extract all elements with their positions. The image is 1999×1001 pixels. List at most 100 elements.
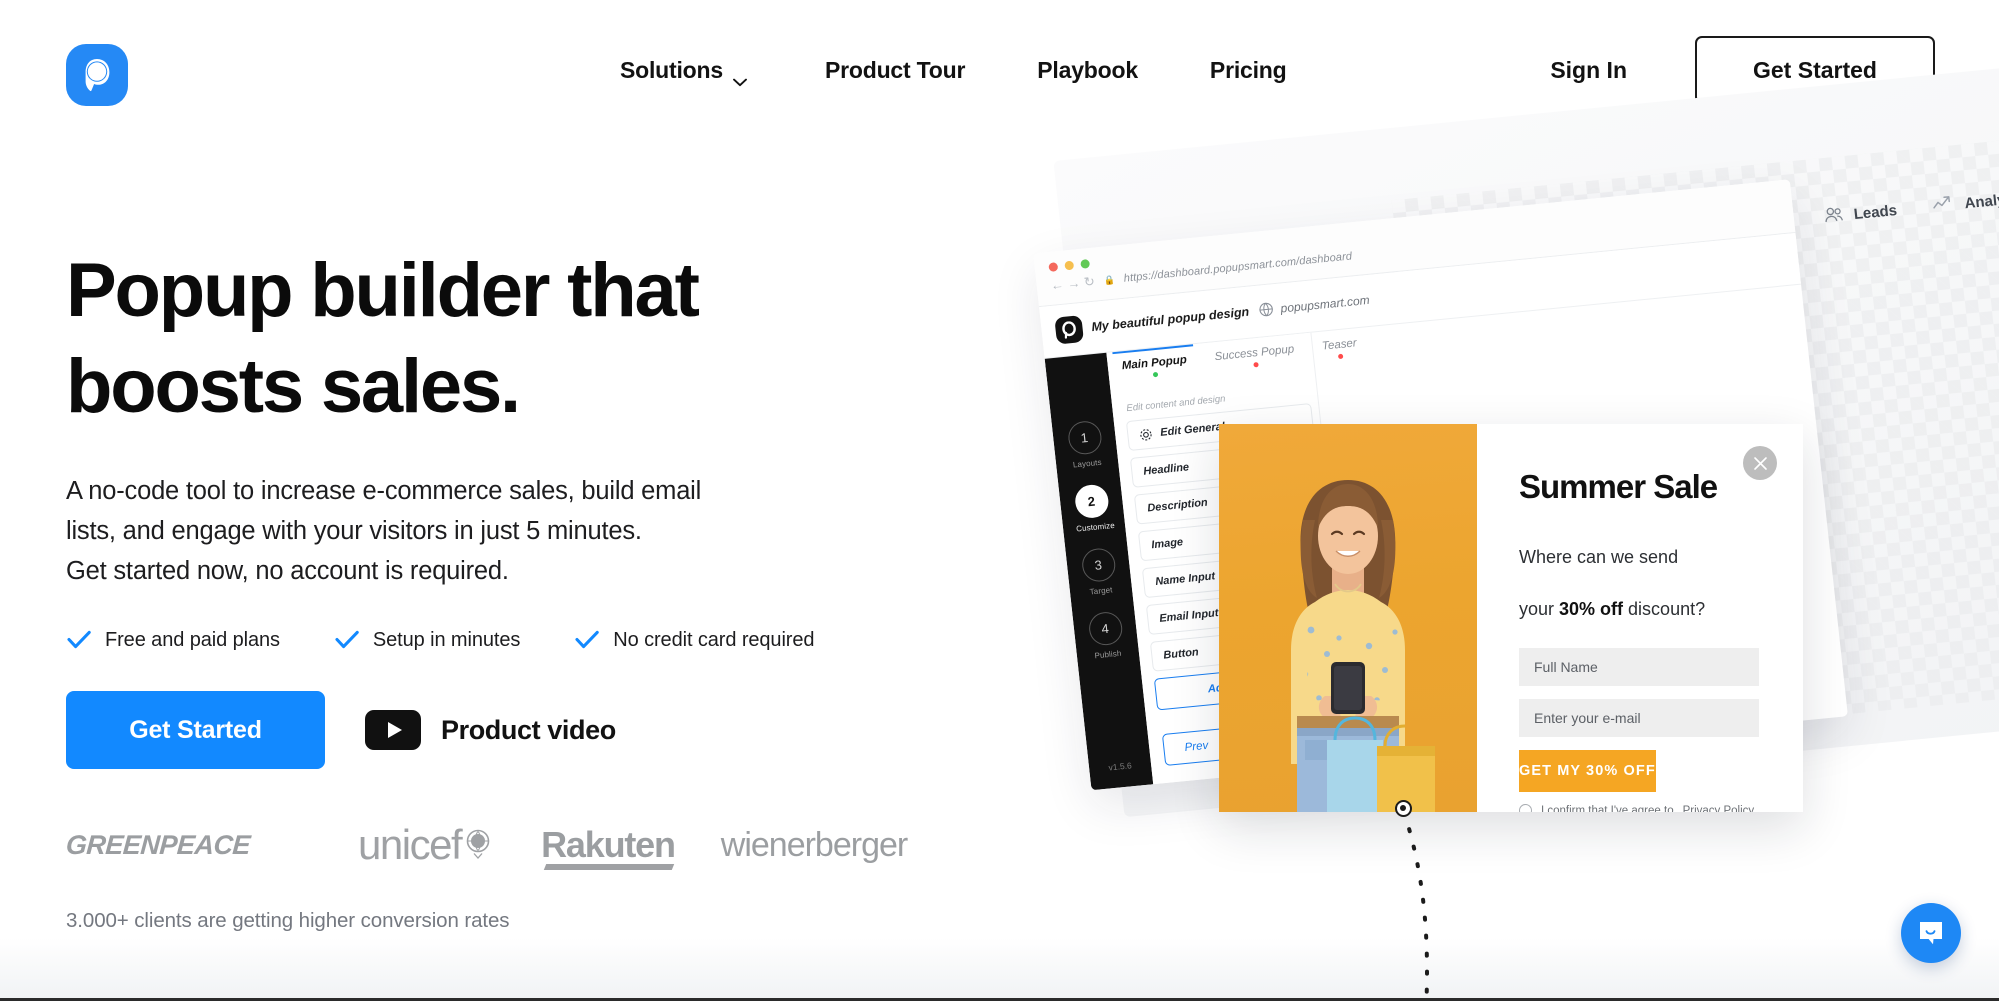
app-nav-analytics-label: Analytics (1963, 188, 1999, 212)
back-forward-reload-icons[interactable]: ← → ↻ (1050, 274, 1096, 294)
consent-text: I confirm that I've agree to (1541, 804, 1674, 813)
app-nav-leads[interactable]: Leads (1823, 200, 1898, 227)
email-input[interactable]: Enter your e-mail (1519, 699, 1759, 737)
primary-nav: Solutions Product Tour Playbook Pricing (620, 0, 1287, 140)
client-logo-unicef: unicef (358, 821, 493, 869)
nav-item-pricing[interactable]: Pricing (1210, 57, 1287, 84)
nav-item-playbook-label: Playbook (1037, 56, 1138, 83)
check-icon (574, 627, 600, 653)
panel-row-label: Edit General (1159, 420, 1226, 439)
connector-dashed-line (1402, 812, 1429, 1001)
lock-icon: 🔒 (1103, 274, 1116, 286)
wizard-step-label: Publish (1094, 648, 1122, 661)
popup-preview-body: Summer Sale Where can we send your 30% o… (1477, 424, 1803, 812)
panel-row-label: Button (1162, 646, 1200, 662)
client-logo-rakuten-label: Rakuten (541, 824, 676, 865)
consent-row: I confirm that I've agree to Privacy Pol… (1519, 804, 1759, 812)
wizard-step-layouts[interactable]: 1 Layouts (1065, 419, 1106, 470)
feature-item: No credit card required (574, 627, 815, 653)
hero-cta-row: Get Started Product video (66, 691, 966, 769)
full-name-placeholder: Full Name (1534, 659, 1598, 675)
wizard-step-target[interactable]: 3 Target (1079, 547, 1120, 597)
chevron-down-icon (733, 66, 747, 86)
popup-design-name[interactable]: My beautiful popup design (1091, 305, 1250, 334)
consent-radio[interactable] (1519, 804, 1532, 812)
clients-note: 3.000+ clients are getting higher conver… (66, 909, 510, 932)
close-icon[interactable] (1743, 446, 1777, 480)
panel-row-label: Email Input (1158, 607, 1220, 625)
rakuten-underline (543, 864, 674, 870)
chat-bubble-icon[interactable] (1901, 903, 1961, 963)
hero-subtitle: A no-code tool to increase e-commerce sa… (66, 477, 702, 585)
status-dot-icon (1252, 362, 1259, 368)
product-video-label: Product video (441, 714, 616, 745)
unicef-emblem-icon (463, 821, 493, 869)
minimize-dot-icon[interactable] (1064, 260, 1075, 271)
status-dot-icon (1337, 353, 1344, 360)
wizard-step-label: Customize (1075, 520, 1116, 534)
nav-item-solutions[interactable]: Solutions (620, 56, 747, 86)
feature-label: No credit card required (613, 628, 815, 651)
app-logo-icon (1054, 315, 1085, 345)
tab-main-popup-label: Main Popup (1121, 354, 1188, 373)
leads-icon (1823, 205, 1845, 227)
popup-description-pre: your (1519, 599, 1560, 619)
wizard-step-publish[interactable]: 4 Publish (1085, 610, 1126, 661)
panel-row-label: Description (1146, 496, 1209, 515)
nav-item-playbook[interactable]: Playbook (1037, 57, 1138, 84)
tab-teaser-label: Teaser (1321, 337, 1358, 353)
drag-anchor-handle[interactable] (1395, 800, 1412, 817)
popup-cta-button[interactable]: GET MY 30% OFF (1519, 750, 1656, 792)
check-icon (66, 627, 92, 653)
traffic-light-icons (1048, 259, 1091, 272)
panel-row-label: Name Input (1154, 570, 1216, 589)
panel-row-label: Image (1150, 536, 1184, 552)
popup-headline: Summer Sale (1519, 468, 1718, 505)
check-icon (334, 627, 360, 653)
app-site-domain: popupsmart.com (1258, 292, 1370, 318)
app-version-label: v1.5.6 (1108, 760, 1133, 773)
tab-success-popup-label: Success Popup (1214, 343, 1295, 364)
tab-teaser[interactable]: Teaser (1307, 327, 1374, 371)
maximize-dot-icon[interactable] (1080, 259, 1091, 269)
client-logo-rakuten: Rakuten (541, 824, 676, 870)
play-icon (365, 710, 421, 750)
close-dot-icon[interactable] (1048, 262, 1059, 272)
popup-description: Where can we send your 30% off discount? (1519, 518, 1759, 622)
nav-item-solutions-label: Solutions (620, 56, 723, 83)
app-site-label: popupsmart.com (1279, 292, 1371, 316)
wizard-step-number: 3 (1080, 547, 1117, 584)
popup-preview-image (1219, 424, 1477, 812)
app-nav-leads-label: Leads (1852, 201, 1898, 223)
privacy-policy-link[interactable]: Privacy Policy. (1683, 805, 1757, 813)
wizard-step-customize[interactable]: 2 Customize (1072, 483, 1116, 534)
wizard-step-number: 1 (1066, 419, 1103, 456)
popup-description-bold: 30% off (1559, 599, 1624, 619)
client-logo-greenpeace: GREENPEACE (64, 829, 252, 860)
client-logo-wienerberger: wienerberger (720, 825, 908, 864)
wizard-step-label: Target (1089, 585, 1113, 597)
wizard-step-number: 2 (1073, 483, 1110, 520)
page-bottom-fade (0, 938, 1999, 998)
full-name-input[interactable]: Full Name (1519, 648, 1759, 686)
status-dot-icon (1152, 371, 1159, 378)
popupsmart-logo-icon[interactable] (66, 44, 128, 106)
edit-panel-hint: Edit content and design (1125, 393, 1226, 415)
sign-in-link[interactable]: Sign In (1550, 57, 1627, 84)
feature-item: Free and paid plans (66, 627, 280, 653)
nav-item-pricing-label: Pricing (1209, 56, 1287, 83)
nav-item-product-tour[interactable]: Product Tour (825, 57, 965, 84)
email-placeholder: Enter your e-mail (1534, 710, 1641, 726)
wizard-step-number: 4 (1086, 610, 1124, 647)
panel-row-label: Headline (1142, 461, 1190, 478)
hero-feature-list: Free and paid plans Setup in minutes No … (66, 627, 966, 653)
analytics-icon (1932, 194, 1956, 216)
gear-icon (1139, 427, 1153, 441)
feature-label: Free and paid plans (105, 628, 280, 651)
product-video-link[interactable]: Product video (365, 710, 616, 750)
tab-main-popup[interactable]: Main Popup (1106, 344, 1203, 391)
page-title: Popup builder that boosts sales. (66, 248, 700, 429)
get-started-button-hero[interactable]: Get Started (66, 691, 325, 769)
app-nav-analytics[interactable]: Analytics (1932, 187, 1999, 217)
globe-icon (1258, 301, 1275, 317)
